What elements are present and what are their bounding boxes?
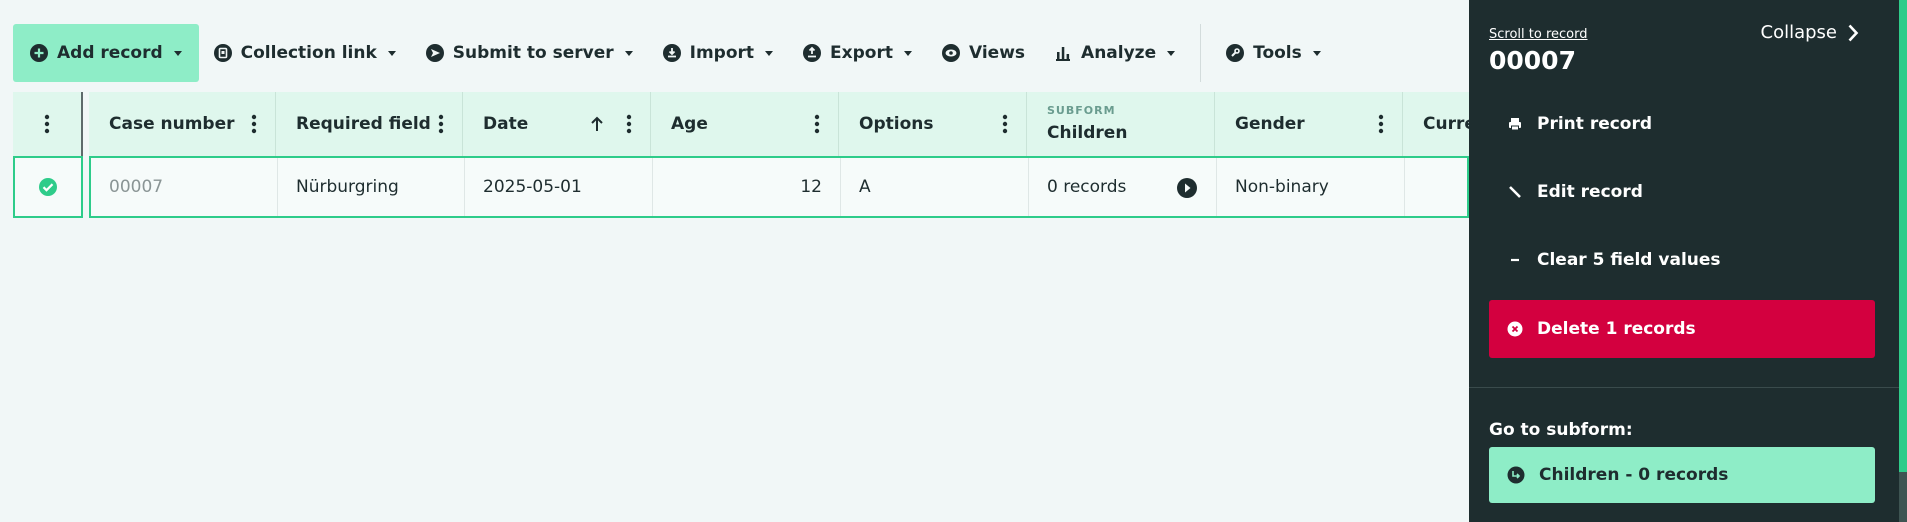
- column-header-label: Options: [859, 114, 934, 134]
- analyze-button[interactable]: Analyze: [1039, 24, 1190, 82]
- edit-record-label: Edit record: [1537, 182, 1643, 202]
- add-record-button[interactable]: Add record: [13, 24, 199, 82]
- panel-divider: [1469, 387, 1899, 388]
- export-icon: [803, 44, 822, 62]
- print-record-label: Print record: [1537, 114, 1653, 134]
- record-id-title: 00007: [1489, 46, 1576, 75]
- subform-label: SUBFORM: [1047, 104, 1116, 117]
- column-header-gender[interactable]: Gender: [1215, 92, 1403, 156]
- cell-required-field[interactable]: Nürburgring: [278, 158, 465, 216]
- kebab-menu-icon[interactable]: [251, 114, 257, 134]
- cell-current[interactable]: [1405, 158, 1467, 216]
- collapse-label: Collapse: [1760, 22, 1838, 43]
- tools-button[interactable]: Tools: [1211, 24, 1336, 82]
- records-table: Case number Required field Date Age Opti…: [13, 92, 1503, 218]
- caret-down-icon: [1312, 51, 1321, 56]
- minus-icon: [1511, 258, 1519, 262]
- column-header-label: Date: [483, 114, 529, 134]
- row-cells: 00007 Nürburgring 2025-05-01 12 A 0 reco…: [89, 156, 1469, 218]
- wrench-icon: [1226, 44, 1245, 62]
- plus-circle-icon: [30, 44, 48, 62]
- column-header-options[interactable]: Options: [839, 92, 1027, 156]
- open-subform-icon[interactable]: [1176, 177, 1198, 199]
- export-label: Export: [830, 43, 893, 63]
- add-record-label: Add record: [57, 43, 163, 63]
- go-to-subform-label: Go to subform:: [1489, 420, 1633, 440]
- column-header-required-field[interactable]: Required field: [276, 92, 463, 156]
- cell-case-number[interactable]: 00007: [91, 158, 278, 216]
- print-record-button[interactable]: Print record: [1489, 95, 1875, 153]
- clear-field-values-button[interactable]: Clear 5 field values: [1489, 231, 1875, 289]
- edit-record-button[interactable]: Edit record: [1489, 163, 1875, 221]
- clear-field-values-label: Clear 5 field values: [1537, 250, 1721, 270]
- pencil-icon: [1509, 186, 1521, 198]
- cell-date[interactable]: 2025-05-01: [465, 158, 653, 216]
- close-circle-icon: [1507, 321, 1523, 337]
- toolbar: Add record Collection link Submit to ser…: [13, 24, 1336, 82]
- column-header-label: Children: [1047, 123, 1128, 143]
- kebab-menu-icon[interactable]: [1378, 114, 1384, 134]
- chevron-right-icon: [1848, 24, 1859, 41]
- bar-chart-icon: [1056, 47, 1071, 61]
- kebab-menu-icon[interactable]: [626, 114, 632, 134]
- send-icon: [425, 44, 444, 62]
- cell-children[interactable]: 0 records: [1029, 158, 1217, 216]
- collection-link-label: Collection link: [240, 43, 377, 63]
- tools-label: Tools: [1253, 43, 1302, 63]
- submit-to-server-label: Submit to server: [452, 43, 614, 63]
- column-header-date[interactable]: Date: [463, 92, 651, 156]
- caret-down-icon: [765, 51, 774, 56]
- views-label: Views: [968, 43, 1026, 63]
- delete-records-label: Delete 1 records: [1537, 319, 1696, 339]
- go-to-children-subform-button[interactable]: Children - 0 records: [1489, 447, 1875, 503]
- kebab-menu-icon[interactable]: [438, 114, 444, 134]
- kebab-menu-icon[interactable]: [44, 114, 50, 134]
- submit-to-server-button[interactable]: Submit to server: [411, 24, 648, 82]
- toolbar-divider: [1200, 24, 1202, 82]
- import-label: Import: [689, 43, 755, 63]
- table-header: Case number Required field Date Age Opti…: [13, 92, 1503, 156]
- caret-down-icon: [624, 51, 633, 56]
- export-button[interactable]: Export: [788, 24, 927, 82]
- scroll-to-record-link[interactable]: Scroll to record: [1489, 27, 1587, 42]
- record-side-panel: Scroll to record 00007 Collapse Print re…: [1469, 0, 1899, 522]
- import-icon: [662, 44, 681, 62]
- qr-code-icon: [213, 44, 232, 62]
- column-header-label: Age: [671, 114, 708, 134]
- panel-accent-bar: [1899, 0, 1907, 472]
- cell-age[interactable]: 12: [653, 158, 841, 216]
- caret-down-icon: [903, 51, 912, 56]
- column-header-case-number[interactable]: Case number: [89, 92, 276, 156]
- caret-down-icon: [387, 51, 396, 56]
- analyze-label: Analyze: [1081, 43, 1157, 63]
- collection-link-button[interactable]: Collection link: [199, 24, 411, 82]
- sort-ascending-icon[interactable]: [590, 115, 604, 133]
- printer-icon: [1509, 118, 1521, 131]
- children-count: 0 records: [1047, 177, 1127, 197]
- select-column-header[interactable]: [13, 92, 83, 156]
- panel-scrollbar[interactable]: [1899, 472, 1907, 522]
- cell-gender[interactable]: Non-binary: [1217, 158, 1405, 216]
- row-select-checkbox[interactable]: [13, 156, 83, 218]
- column-header-children[interactable]: SUBFORM Children: [1027, 92, 1215, 156]
- subform-arrow-icon: [1507, 466, 1525, 484]
- column-header-label: Gender: [1235, 114, 1305, 134]
- column-header-label: Curre: [1423, 114, 1476, 134]
- collapse-button[interactable]: Collapse: [1761, 22, 1860, 43]
- views-button[interactable]: Views: [927, 24, 1039, 82]
- table-row[interactable]: 00007 Nürburgring 2025-05-01 12 A 0 reco…: [13, 156, 1503, 218]
- go-to-children-label: Children - 0 records: [1539, 465, 1729, 485]
- check-circle-icon: [39, 178, 57, 196]
- eye-icon: [941, 44, 960, 62]
- caret-down-icon: [173, 51, 182, 56]
- cell-options[interactable]: A: [841, 158, 1029, 216]
- column-header-label: Case number: [109, 114, 235, 134]
- column-header-label: Required field: [296, 114, 431, 134]
- import-button[interactable]: Import: [648, 24, 788, 82]
- delete-records-button[interactable]: Delete 1 records: [1489, 300, 1875, 358]
- column-header-age[interactable]: Age: [651, 92, 839, 156]
- caret-down-icon: [1167, 51, 1176, 56]
- kebab-menu-icon[interactable]: [814, 114, 820, 134]
- kebab-menu-icon[interactable]: [1002, 114, 1008, 134]
